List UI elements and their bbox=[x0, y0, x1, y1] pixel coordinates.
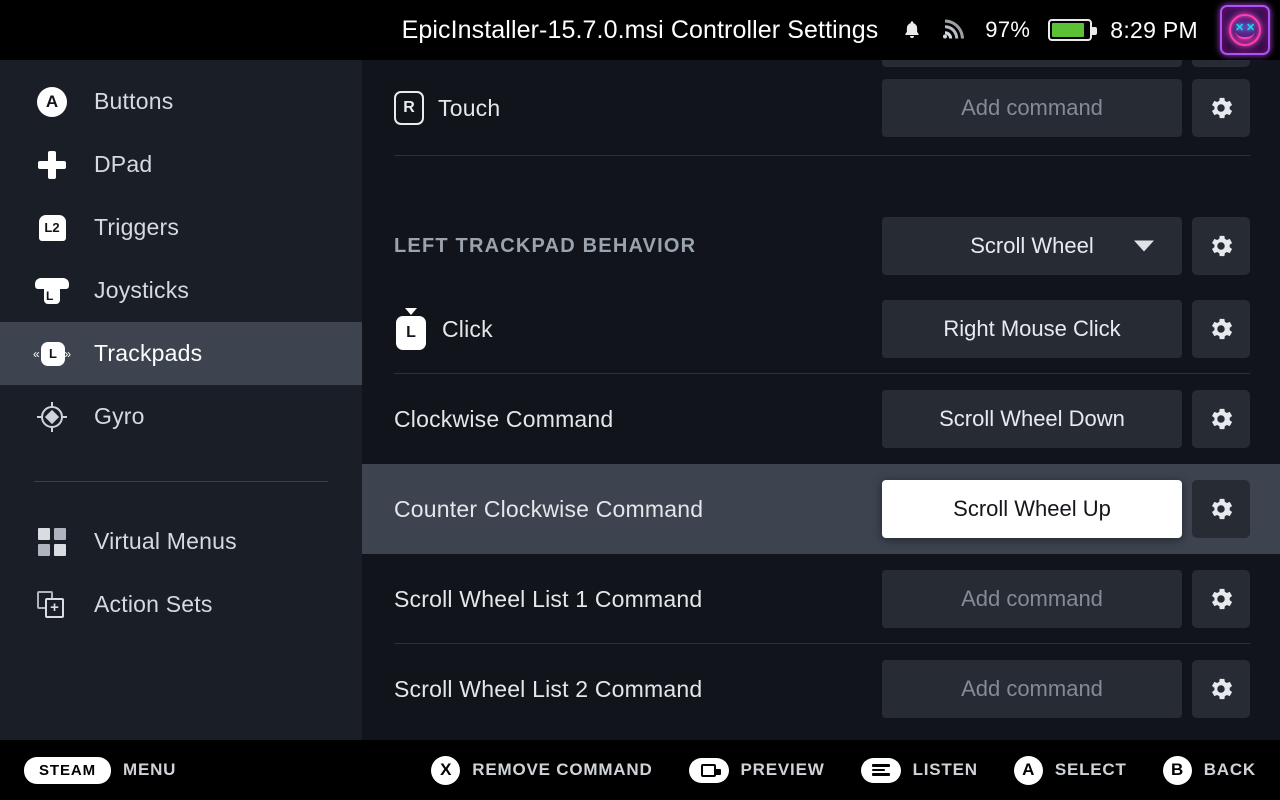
sidebar-item-label: Buttons bbox=[94, 88, 174, 114]
footer-action-label: REMOVE COMMAND bbox=[472, 760, 653, 779]
footer-action-preview[interactable]: PREVIEW bbox=[688, 757, 825, 783]
gear-icon bbox=[1212, 588, 1233, 610]
gear-button[interactable] bbox=[1192, 300, 1250, 358]
gear-button[interactable] bbox=[1192, 480, 1250, 538]
body: A Buttons DPad L2 Triggers L Joysticks «… bbox=[0, 60, 1280, 740]
gear-icon bbox=[1212, 498, 1233, 520]
table-row[interactable]: Clockwise Command Scroll Wheel Down bbox=[362, 374, 1280, 464]
sidebar-item-triggers[interactable]: L2 Triggers bbox=[0, 196, 362, 259]
sidebar-item-label: Trackpads bbox=[94, 340, 203, 366]
sidebar-item-label: DPad bbox=[94, 151, 153, 177]
gear-button[interactable] bbox=[1192, 217, 1250, 275]
sidebar-item-label: Action Sets bbox=[94, 591, 213, 617]
l2-trigger-icon: L2 bbox=[34, 210, 70, 246]
row-label: Scroll Wheel List 1 Command bbox=[394, 585, 703, 612]
steam-key-badge: STEAM bbox=[24, 756, 111, 784]
table-row[interactable]: Scroll Wheel List 2 Command Add command bbox=[362, 644, 1280, 734]
steam-controller-settings-screen: EpicInstaller-15.7.0.msi Controller Sett… bbox=[0, 0, 1280, 800]
clock: 8:29 PM bbox=[1110, 16, 1198, 43]
footer-action-label: PREVIEW bbox=[740, 760, 825, 779]
table-row[interactable]: R Touch Add command bbox=[362, 60, 1280, 156]
l-trackpad-click-icon: L bbox=[394, 308, 428, 350]
command-button-focused[interactable]: Scroll Wheel Up bbox=[882, 480, 1182, 538]
table-row-selected[interactable]: Counter Clockwise Command Scroll Wheel U… bbox=[362, 464, 1280, 554]
footer-action-label: SELECT bbox=[1054, 760, 1127, 779]
gear-button[interactable] bbox=[1192, 660, 1250, 718]
row-label: Scroll Wheel List 2 Command bbox=[394, 675, 703, 702]
row-label: Counter Clockwise Command bbox=[394, 495, 704, 522]
footer-action-label: BACK bbox=[1203, 760, 1256, 779]
battery-percent: 97% bbox=[985, 17, 1031, 42]
row-label: Clockwise Command bbox=[394, 405, 614, 432]
x-button-icon: X bbox=[431, 755, 461, 785]
footer-action-label: LISTEN bbox=[912, 760, 978, 779]
section-label: LEFT TRACKPAD BEHAVIOR bbox=[394, 234, 697, 257]
chevron-down-icon bbox=[1134, 240, 1154, 252]
status-area: 97% 8:29 PM ✕ ✕ bbox=[901, 5, 1280, 55]
trackpad-icon: «L» bbox=[33, 336, 71, 372]
section-row[interactable]: LEFT TRACKPAD BEHAVIOR Scroll Wheel bbox=[362, 208, 1280, 284]
footer-action-label: MENU bbox=[123, 760, 177, 779]
copy-add-icon: + bbox=[34, 587, 70, 623]
sidebar: A Buttons DPad L2 Triggers L Joysticks «… bbox=[0, 60, 362, 740]
b-button-icon: B bbox=[1162, 755, 1192, 785]
sidebar-item-virtual-menus[interactable]: Virtual Menus bbox=[0, 510, 362, 573]
listen-lines-icon bbox=[860, 757, 901, 783]
sidebar-item-joysticks[interactable]: L Joysticks bbox=[0, 259, 362, 322]
sidebar-item-dpad[interactable]: DPad bbox=[0, 133, 362, 196]
gear-button[interactable] bbox=[1192, 390, 1250, 448]
command-button[interactable]: Scroll Wheel Down bbox=[882, 390, 1182, 448]
footer-action-menu[interactable]: STEAM MENU bbox=[24, 756, 177, 784]
gear-icon bbox=[1212, 235, 1233, 257]
footer-action-back[interactable]: B BACK bbox=[1162, 755, 1256, 785]
sidebar-item-label: Triggers bbox=[94, 214, 180, 240]
behavior-dropdown[interactable]: Scroll Wheel bbox=[882, 217, 1182, 275]
gear-button[interactable] bbox=[1192, 570, 1250, 628]
footer-action-remove-command[interactable]: X REMOVE COMMAND bbox=[431, 755, 653, 785]
sidebar-item-buttons[interactable]: A Buttons bbox=[0, 70, 362, 133]
r-button-icon: R bbox=[394, 91, 424, 125]
gear-icon bbox=[1212, 678, 1233, 700]
wifi-icon[interactable] bbox=[941, 18, 967, 42]
footer-action-listen[interactable]: LISTEN bbox=[860, 757, 978, 783]
joystick-icon: L bbox=[34, 273, 70, 309]
user-avatar[interactable]: ✕ ✕ bbox=[1220, 5, 1270, 55]
command-button[interactable]: Right Mouse Click bbox=[882, 300, 1182, 358]
table-row[interactable]: L Click Right Mouse Click bbox=[362, 284, 1280, 374]
footer-hint-bar: STEAM MENU X REMOVE COMMAND PREVIEW LIST… bbox=[0, 740, 1280, 800]
command-button[interactable]: Add command bbox=[882, 79, 1182, 137]
dpad-icon bbox=[34, 147, 70, 183]
sidebar-divider bbox=[34, 481, 328, 482]
gear-icon bbox=[1212, 318, 1233, 340]
sidebar-item-label: Joysticks bbox=[94, 277, 190, 303]
top-bar: EpicInstaller-15.7.0.msi Controller Sett… bbox=[0, 0, 1280, 60]
battery-icon bbox=[1048, 19, 1098, 41]
a-button-icon: A bbox=[1013, 755, 1043, 785]
sidebar-item-label: Virtual Menus bbox=[94, 528, 237, 554]
command-button[interactable]: Add command bbox=[882, 570, 1182, 628]
command-button[interactable]: Add command bbox=[882, 660, 1182, 718]
gyro-icon bbox=[34, 399, 70, 435]
row-label: Touch bbox=[438, 94, 501, 121]
sidebar-item-gyro[interactable]: Gyro bbox=[0, 385, 362, 448]
table-row[interactable]: Scroll Wheel List 1 Command Add command bbox=[362, 554, 1280, 644]
settings-list: R Click Left Mouse Click R Touch Add com… bbox=[362, 60, 1280, 740]
sidebar-item-action-sets[interactable]: + Action Sets bbox=[0, 573, 362, 636]
sidebar-item-trackpads[interactable]: «L» Trackpads bbox=[0, 322, 362, 385]
row-label: Click bbox=[442, 315, 493, 342]
gear-icon bbox=[1212, 97, 1233, 119]
footer-action-select[interactable]: A SELECT bbox=[1013, 755, 1127, 785]
grid-icon bbox=[34, 524, 70, 560]
bell-icon[interactable] bbox=[901, 18, 923, 42]
sidebar-item-label: Gyro bbox=[94, 403, 145, 429]
trackpad-preview-icon bbox=[688, 757, 729, 783]
a-button-icon: A bbox=[34, 84, 70, 120]
behavior-dropdown-value: Scroll Wheel bbox=[970, 233, 1094, 258]
gear-button[interactable] bbox=[1192, 79, 1250, 137]
row-spacer bbox=[362, 156, 1280, 208]
gear-icon bbox=[1212, 408, 1233, 430]
